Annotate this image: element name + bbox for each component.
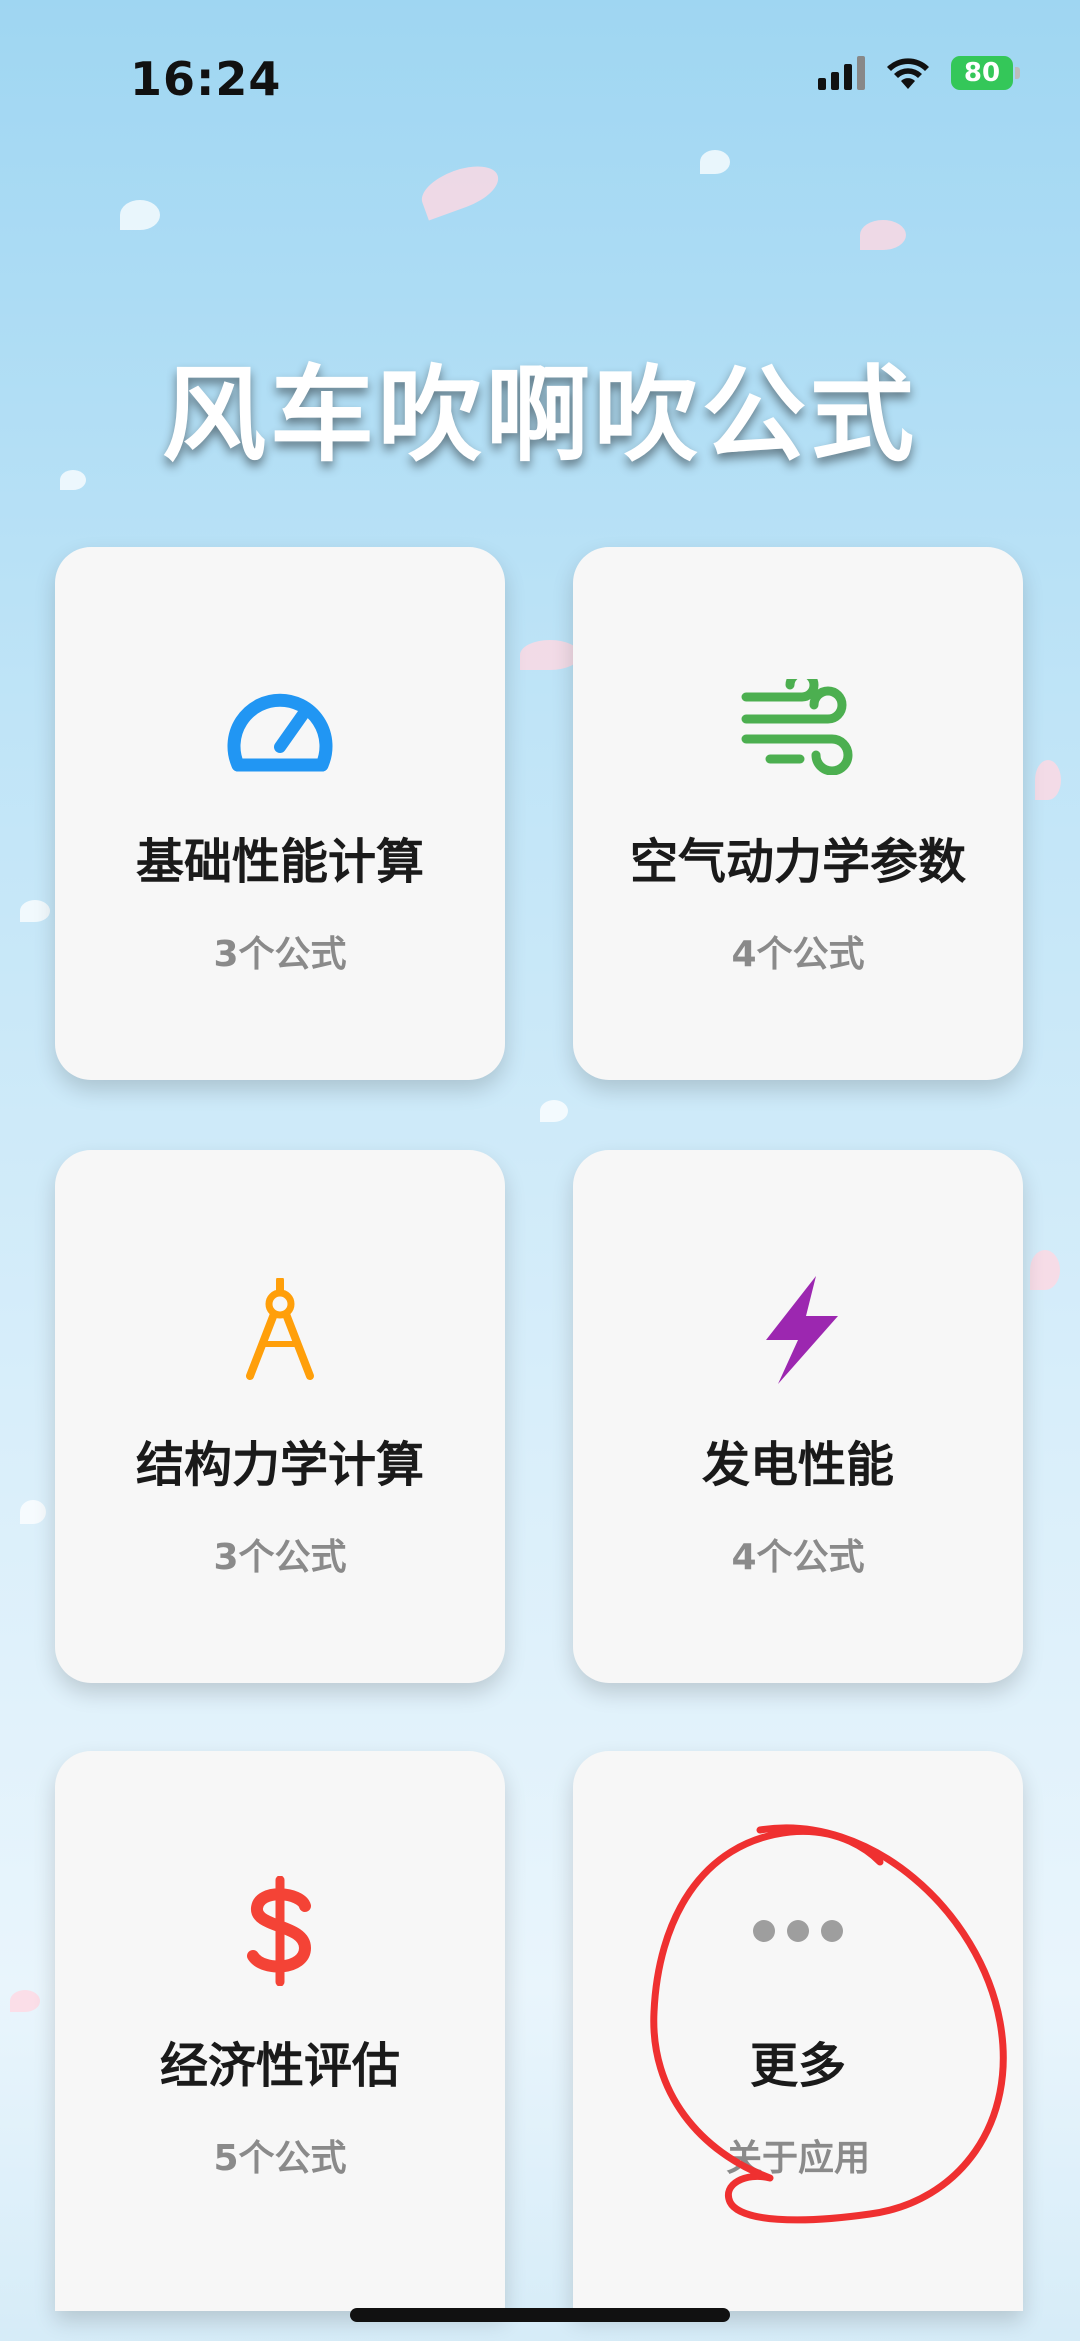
card-subtitle: 5个公式: [213, 2138, 347, 2179]
card-title: 基础性能计算: [135, 834, 424, 890]
card-title: 发电性能: [701, 1437, 894, 1493]
card-subtitle: 3个公式: [213, 934, 347, 975]
card-subtitle: 3个公式: [213, 1537, 347, 1578]
card-more[interactable]: 更多 关于应用: [573, 1751, 1023, 2311]
cellular-signal-icon: [818, 56, 865, 90]
dollar-icon: [55, 1876, 505, 1986]
card-title: 更多: [749, 2038, 846, 2094]
page-title: 风车吹啊吹公式: [161, 354, 918, 476]
speedometer-icon: [55, 672, 505, 782]
card-subtitle: 4个公式: [731, 934, 865, 975]
card-basic-performance[interactable]: 基础性能计算 3个公式: [55, 547, 505, 1080]
card-title: 经济性评估: [159, 2038, 400, 2094]
card-title: 结构力学计算: [135, 1437, 424, 1493]
compass-tool-icon: [55, 1275, 505, 1385]
home-indicator[interactable]: [350, 2308, 730, 2322]
status-time: 16:24: [130, 52, 282, 106]
card-aerodynamics[interactable]: 空气动力学参数 4个公式: [573, 547, 1023, 1080]
more-dots-icon: [573, 1876, 1023, 1986]
card-structural-mechanics[interactable]: 结构力学计算 3个公式: [55, 1150, 505, 1683]
card-power-performance[interactable]: 发电性能 4个公式: [573, 1150, 1023, 1683]
lightning-bolt-icon: [573, 1275, 1023, 1385]
battery-icon: 80: [951, 56, 1020, 90]
wind-icon: [573, 672, 1023, 782]
status-icons: 80: [818, 56, 1020, 90]
status-bar: 16:24 80: [0, 0, 1080, 140]
wifi-icon: [885, 56, 931, 90]
card-economic-evaluation[interactable]: 经济性评估 5个公式: [55, 1751, 505, 2311]
card-subtitle: 4个公式: [731, 1537, 865, 1578]
card-subtitle: 关于应用: [725, 2138, 870, 2179]
card-title: 空气动力学参数: [629, 834, 966, 890]
battery-level: 80: [951, 56, 1013, 90]
